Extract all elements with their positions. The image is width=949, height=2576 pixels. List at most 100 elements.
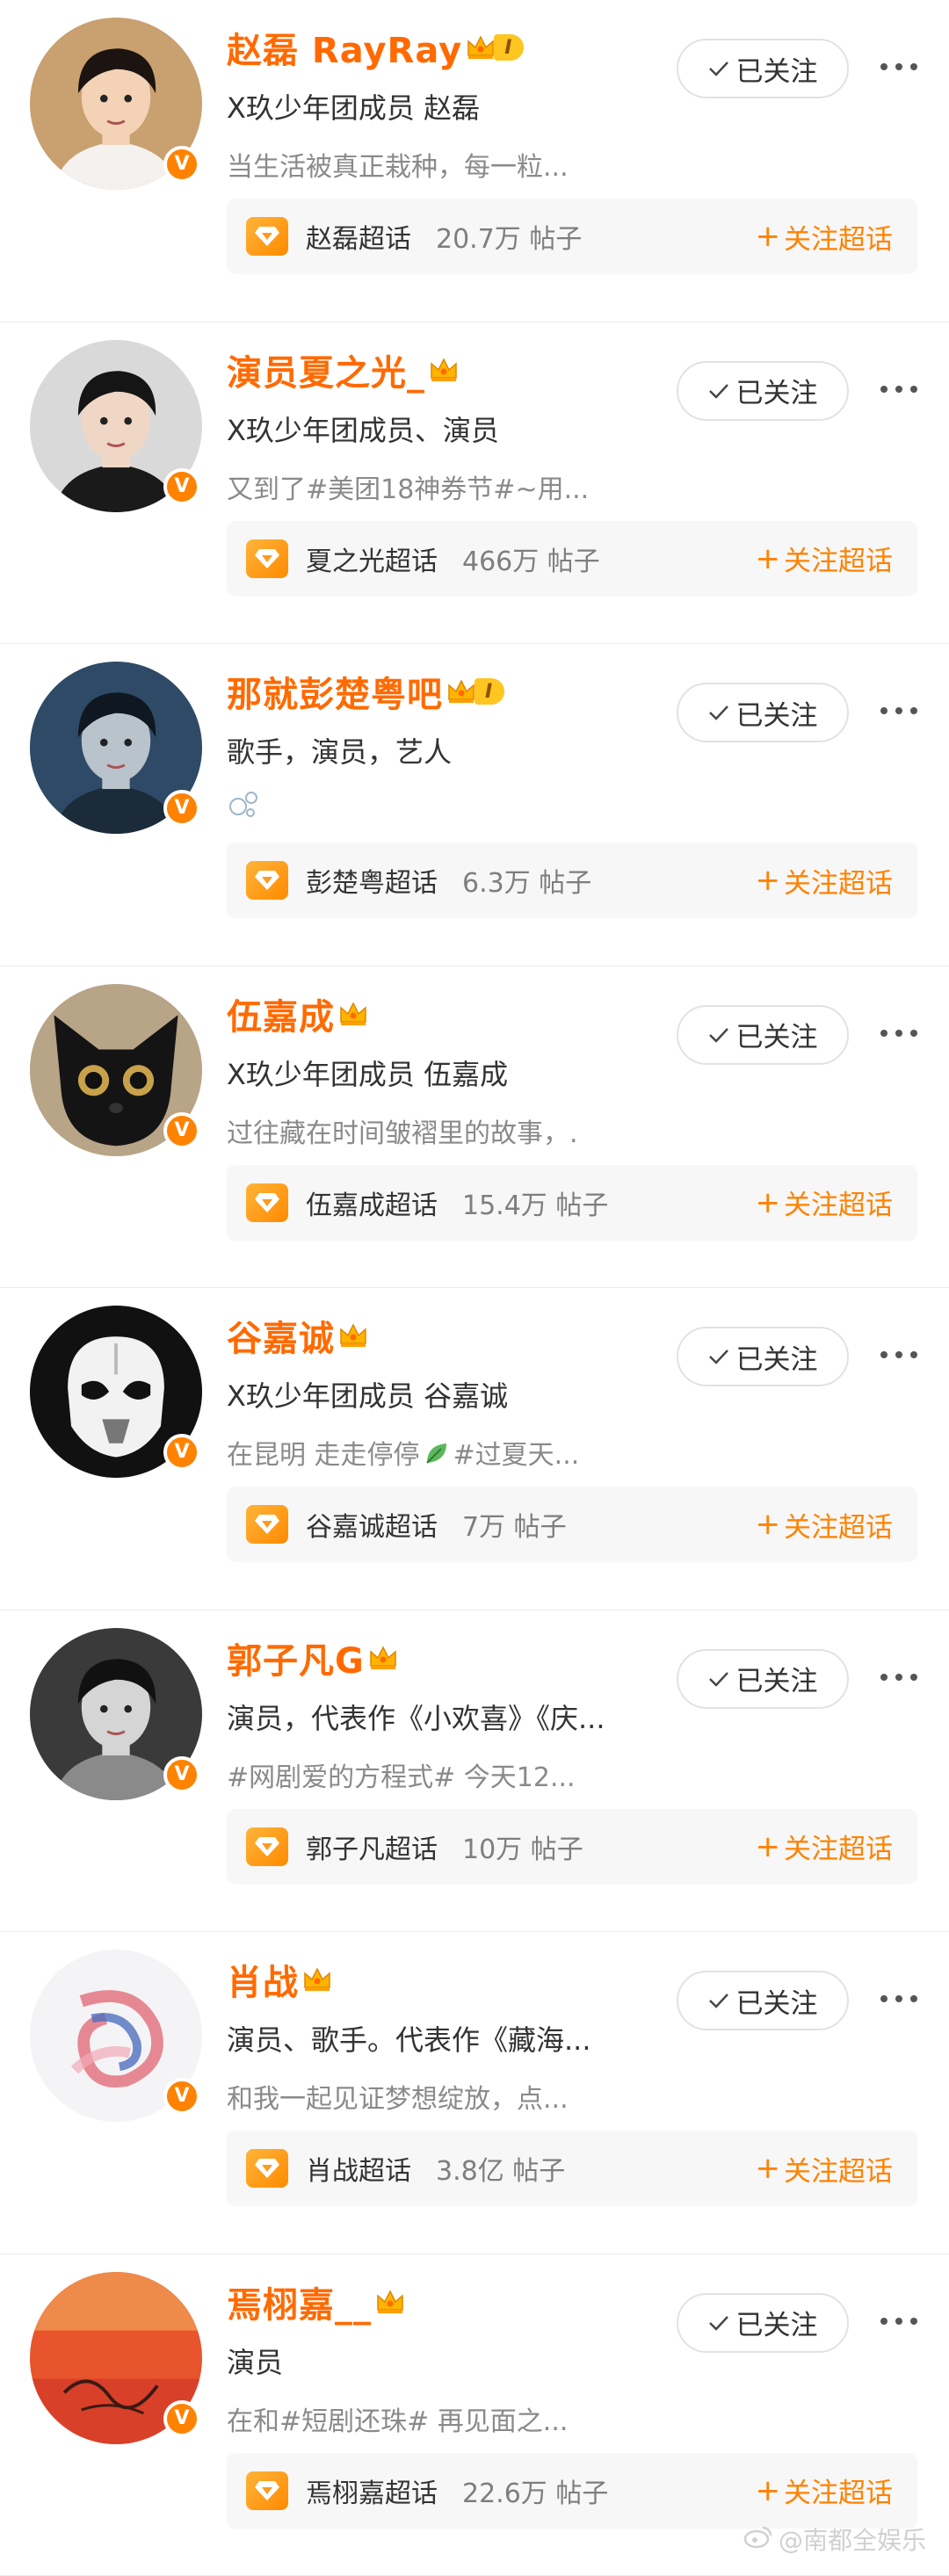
super-topic-diamond-icon xyxy=(246,1505,288,1544)
latest-post-text: 当生活被真正栽种，每一粒... xyxy=(227,152,569,183)
super-topic-bar[interactable]: 伍嘉成超话15.4万 帖子+关注超话 xyxy=(227,1165,917,1241)
user-name[interactable]: 那就彭楚粤吧 xyxy=(227,666,443,717)
latest-post-text: 在和#短剧还珠# 再见面之... xyxy=(227,2406,568,2437)
user-list: V赵磊 RayRayIX玖少年团成员 赵磊当生活被真正栽种，每一粒...已关注赵… xyxy=(0,0,949,2576)
watermark: @南都全娱乐 xyxy=(743,2522,926,2557)
super-topic-bar[interactable]: 彭楚粤超话 6.3万 帖子 +关注超话 xyxy=(227,843,917,918)
verified-badge-icon: V xyxy=(163,468,200,505)
user-name[interactable]: 谷嘉诚 xyxy=(227,1310,335,1361)
more-options-icon[interactable] xyxy=(880,1995,917,2006)
verified-badge-icon: V xyxy=(163,146,200,183)
latest-post-suffix: #过夏天... xyxy=(453,1440,580,1471)
crown-icon xyxy=(302,1966,332,1993)
super-topic-post-count: 6.3万 帖子 xyxy=(462,861,591,900)
plus-icon: + xyxy=(756,1829,781,1864)
check-icon xyxy=(708,1341,729,1372)
follow-super-topic-button[interactable]: +关注超话 xyxy=(756,843,894,918)
followed-button[interactable]: 已关注 xyxy=(677,1971,849,2030)
followed-label: 已关注 xyxy=(736,1337,818,1377)
followed-button[interactable]: 已关注 xyxy=(677,1649,849,1709)
verified-badge-icon: V xyxy=(163,1112,200,1149)
user-name[interactable]: 焉栩嘉__ xyxy=(227,2276,372,2327)
user-card[interactable]: V郭子凡G演员，代表作《小欢喜》《庆...#网剧爱的方程式# 今天12...已关… xyxy=(0,1610,949,1933)
crown-icon xyxy=(429,357,459,383)
super-topic-name[interactable]: 夏之光超话 xyxy=(306,539,438,578)
check-icon xyxy=(708,1019,729,1051)
more-options-icon[interactable] xyxy=(880,1351,917,1362)
latest-post-text: 又到了#美团18神券节#~用... xyxy=(227,474,589,505)
latest-post: 过往藏在时间皱褶里的故事，. xyxy=(227,1111,578,1150)
super-topic-bar[interactable]: 赵磊超话20.7万 帖子+关注超话 xyxy=(227,199,917,274)
follow-super-topic-button[interactable]: +关注超话 xyxy=(756,199,894,274)
follow-super-topic-button[interactable]: +关注超话 xyxy=(756,521,894,597)
super-topic-name[interactable]: 赵磊超话 xyxy=(306,217,411,256)
more-options-icon[interactable] xyxy=(880,386,917,396)
super-topic-name[interactable]: 郭子凡超话 xyxy=(306,1827,438,1866)
weibo-logo-icon xyxy=(743,2524,773,2555)
check-icon xyxy=(708,1985,729,2016)
user-card[interactable]: V那就彭楚粤吧I歌手，演员，艺人已关注彭楚粤超话6.3万 帖子+关注超话 xyxy=(0,644,949,966)
followed-label: 已关注 xyxy=(736,693,818,733)
super-topic-bar[interactable]: 夏之光超话466万 帖子+关注超话 xyxy=(227,521,917,597)
plus-icon: + xyxy=(756,541,781,576)
leaf-icon xyxy=(424,1440,450,1473)
user-card[interactable]: V伍嘉成X玖少年团成员 伍嘉成过往藏在时间皱褶里的故事，.已关注伍嘉成超话15.… xyxy=(0,966,949,1289)
super-topic-name[interactable]: 肖战超话 xyxy=(306,2149,411,2188)
super-topic-bar[interactable]: 谷嘉诚超话7万 帖子+关注超话 xyxy=(227,1487,917,1562)
user-card[interactable]: V肖战演员、歌手。代表作《藏海...和我一起见证梦想绽放，点...已关注肖战超话… xyxy=(0,1932,949,2254)
super-topic-name[interactable]: 谷嘉诚超话 xyxy=(306,1505,438,1544)
verified-badge-icon: V xyxy=(163,1756,200,1793)
latest-post: 在昆明 走走停停#过夏天... xyxy=(227,1433,579,1473)
more-options-icon[interactable] xyxy=(880,2318,917,2328)
super-topic-name[interactable]: 伍嘉成超话 xyxy=(306,1183,438,1222)
super-topic-bar[interactable]: 焉栩嘉超话22.6万 帖子+关注超话 xyxy=(227,2453,917,2529)
super-topic-bar[interactable]: 郭子凡超话 10万 帖子 +关注超话 xyxy=(227,1809,917,1885)
crown-icon xyxy=(368,1645,398,1671)
user-description: X玖少年团成员 赵磊 xyxy=(227,86,480,127)
more-options-icon[interactable] xyxy=(880,707,917,718)
user-description: X玖少年团成员 谷嘉诚 xyxy=(227,1374,508,1415)
follow-super-topic-button[interactable]: +关注超话 xyxy=(756,1809,894,1885)
user-name[interactable]: 演员夏之光_ xyxy=(227,344,425,395)
check-icon xyxy=(708,53,729,84)
more-options-icon[interactable] xyxy=(880,1030,917,1040)
user-name[interactable]: 肖战 xyxy=(227,1954,299,2005)
user-card[interactable]: V 演员夏之光_ X玖少年团成员、演员又到了#美团18神券节#~用... 已关注夏之光… xyxy=(0,322,949,645)
followed-button[interactable]: 已关注 xyxy=(677,683,849,742)
follow-super-topic-label: 关注超话 xyxy=(784,217,893,257)
more-options-icon[interactable] xyxy=(880,63,917,74)
verified-badge-icon: V xyxy=(163,790,200,827)
follow-super-topic-button[interactable]: +关注超话 xyxy=(756,1165,894,1241)
user-description: X玖少年团成员、演员 xyxy=(227,409,499,449)
follow-super-topic-label: 关注超话 xyxy=(784,1505,893,1545)
user-name[interactable]: 伍嘉成 xyxy=(227,988,335,1039)
super-topic-name[interactable]: 焉栩嘉超话 xyxy=(306,2471,438,2510)
follow-super-topic-label: 关注超话 xyxy=(784,1827,893,1866)
user-name[interactable]: 郭子凡G xyxy=(227,1632,365,1683)
check-icon xyxy=(708,697,729,728)
latest-post-text: 和我一起见证梦想绽放，点... xyxy=(227,2084,569,2115)
super-topic-post-count: 10万 帖子 xyxy=(462,1827,583,1866)
name-row: 焉栩嘉__ xyxy=(227,2277,405,2326)
followed-button[interactable]: 已关注 xyxy=(677,1327,849,1386)
follow-super-topic-button[interactable]: +关注超话 xyxy=(756,2453,894,2529)
follow-super-topic-button[interactable]: +关注超话 xyxy=(756,1487,894,1562)
followed-button[interactable]: 已关注 xyxy=(677,39,849,98)
super-topic-bar[interactable]: 肖战超话3.8亿 帖子+关注超话 xyxy=(227,2131,917,2206)
followed-button[interactable]: 已关注 xyxy=(677,1005,849,1065)
super-topic-name[interactable]: 彭楚粤超话 xyxy=(306,861,438,900)
followed-button[interactable]: 已关注 xyxy=(677,2293,849,2353)
user-name[interactable]: 赵磊 RayRay xyxy=(227,22,462,73)
followed-button[interactable]: 已关注 xyxy=(677,361,849,421)
user-card[interactable]: V 赵磊 RayRay I X玖少年团成员 赵磊当生活被真正栽种，每一粒... 已关注赵… xyxy=(0,0,949,322)
user-description: 演员、歌手。代表作《藏海... xyxy=(227,2018,591,2059)
level-badge: I xyxy=(494,34,524,61)
check-icon xyxy=(708,2307,729,2339)
super-topic-diamond-icon xyxy=(246,1183,288,1222)
plus-icon: + xyxy=(756,1507,781,1542)
more-options-icon[interactable] xyxy=(880,1674,917,1684)
follow-super-topic-button[interactable]: +关注超话 xyxy=(756,2131,894,2206)
super-topic-diamond-icon xyxy=(246,2471,288,2510)
latest-post: 又到了#美团18神券节#~用... xyxy=(227,467,589,506)
user-card[interactable]: V谷嘉诚X玖少年团成员 谷嘉诚在昆明 走走停停#过夏天...已关注谷嘉诚超话7万… xyxy=(0,1288,949,1610)
